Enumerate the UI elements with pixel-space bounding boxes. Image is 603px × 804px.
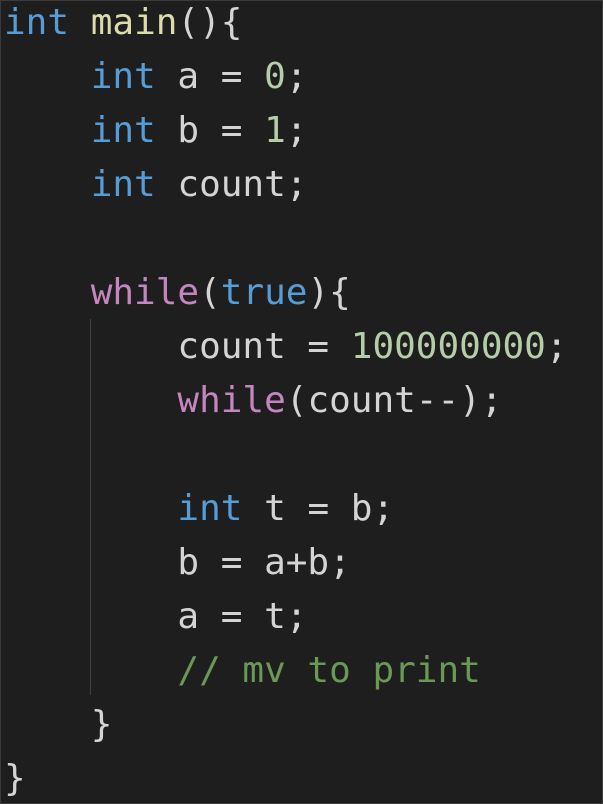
code-token: ; [285, 56, 308, 97]
code-token: a = t; [4, 596, 308, 637]
code-line-3[interactable]: int b = 1; [4, 104, 308, 158]
code-token: int [90, 56, 156, 97]
code-token: b = [155, 110, 265, 151]
code-token: ; [285, 110, 308, 151]
code-token: int [90, 164, 156, 205]
code-token: 100000000 [350, 326, 546, 367]
code-token: int [4, 2, 70, 43]
code-editor[interactable]: int main(){ int a = 0; int b = 1; int co… [0, 0, 603, 804]
code-token: ; [545, 326, 568, 367]
code-token: } [4, 704, 113, 745]
code-token: 1 [264, 110, 286, 151]
code-line-2[interactable]: int a = 0; [4, 50, 308, 104]
code-line-14[interactable]: } [4, 698, 113, 752]
code-line-8[interactable]: while(count--); [4, 374, 503, 428]
code-token: while [177, 380, 286, 421]
code-token: int [177, 488, 243, 529]
code-line-15[interactable]: } [4, 752, 26, 803]
code-token: t = b; [242, 488, 395, 529]
code-token: (){ [177, 2, 243, 43]
code-line-7[interactable]: count = 100000000; [4, 320, 568, 374]
code-token: count; [155, 164, 308, 205]
code-token: true [220, 272, 308, 313]
code-token: 0 [264, 56, 286, 97]
code-line-10[interactable]: int t = b; [4, 482, 394, 536]
code-token: // mv to print [177, 650, 481, 691]
code-token: while [90, 272, 200, 313]
code-token: int [90, 110, 156, 151]
code-token: a = [155, 56, 265, 97]
code-line-6[interactable]: while(true){ [4, 266, 351, 320]
code-token: (count--); [285, 380, 503, 421]
code-token: } [4, 758, 26, 799]
code-token: b = a+b; [4, 542, 351, 583]
code-token: ){ [307, 272, 351, 313]
code-line-4[interactable]: int count; [4, 158, 308, 212]
code-token: main [90, 2, 178, 43]
code-line-13[interactable]: // mv to print [4, 644, 481, 698]
code-token: ( [199, 272, 221, 313]
code-line-12[interactable]: a = t; [4, 590, 307, 644]
code-line-1[interactable]: int main(){ [4, 1, 243, 50]
code-line-11[interactable]: b = a+b; [4, 536, 351, 590]
code-token: count = [4, 326, 351, 367]
